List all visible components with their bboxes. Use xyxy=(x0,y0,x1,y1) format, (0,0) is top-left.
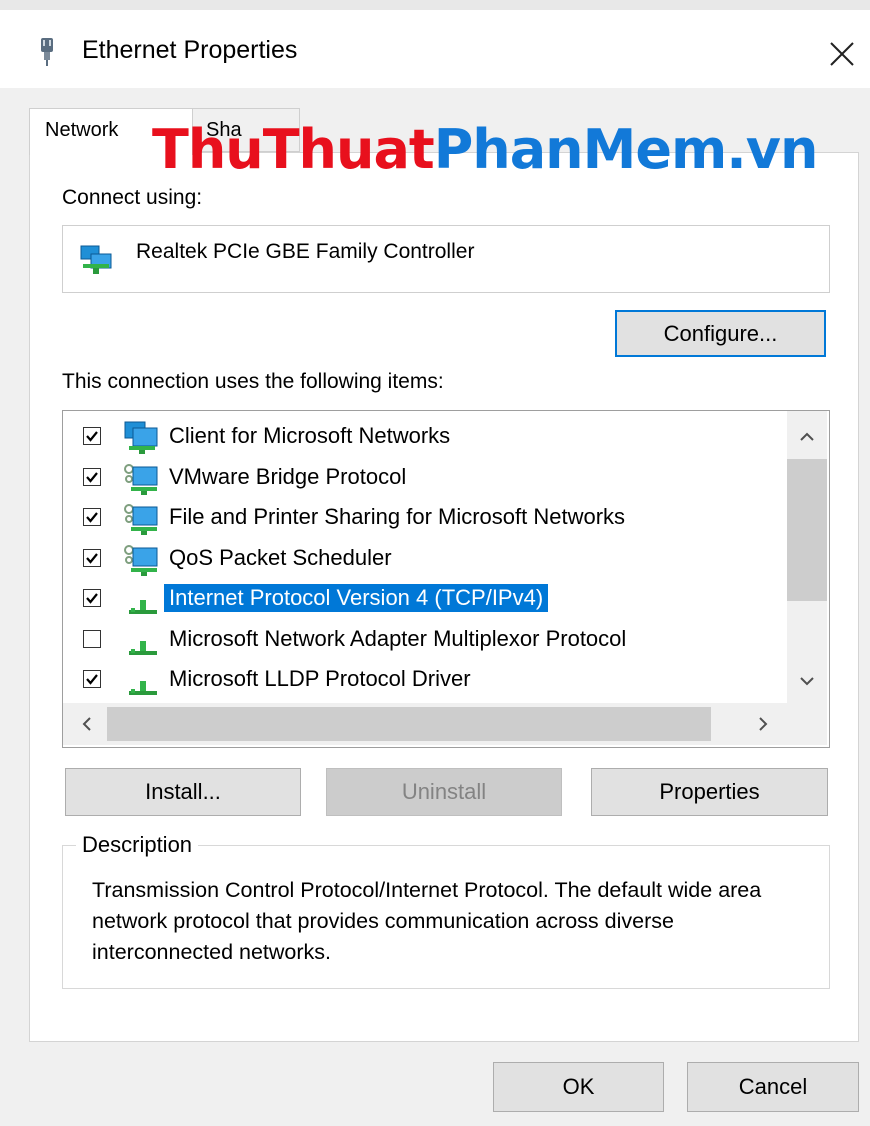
watermark-part2: PhanMem.vn xyxy=(433,118,819,181)
items-label: This connection uses the following items… xyxy=(62,370,444,393)
list-item[interactable]: Internet Protocol Version 4 (TCP/IPv4) xyxy=(63,579,787,619)
network-adapter-icon xyxy=(80,245,112,274)
list-item-label: Internet Protocol Version 4 (TCP/IPv4) xyxy=(164,584,549,612)
list-item[interactable]: Microsoft LLDP Protocol Driver xyxy=(63,660,787,700)
network-service-icon xyxy=(124,463,158,495)
list-item[interactable]: File and Printer Sharing for Microsoft N… xyxy=(63,498,787,538)
adapter-field: Realtek PCIe GBE Family Controller xyxy=(62,225,830,293)
connect-using-label: Connect using: xyxy=(62,186,203,209)
components-list[interactable]: Client for Microsoft Networks VMware Brid… xyxy=(62,410,830,748)
checkbox-unchecked[interactable] xyxy=(83,629,101,648)
scroll-up-icon[interactable] xyxy=(787,417,827,457)
network-service-icon xyxy=(124,504,158,535)
checkbox-checked[interactable] xyxy=(83,548,101,567)
list-item-label: Microsoft Network Adapter Multiplexor Pr… xyxy=(169,625,627,651)
cancel-button[interactable]: Cancel xyxy=(687,1062,859,1112)
close-icon xyxy=(830,42,854,66)
window-title: Ethernet Properties xyxy=(82,36,298,64)
checkbox-checked[interactable] xyxy=(83,589,101,607)
list-item[interactable]: QoS Packet Scheduler xyxy=(63,539,787,579)
scrollbar-corner xyxy=(787,703,827,745)
title-bar: Ethernet Properties xyxy=(0,10,870,88)
scroll-left-icon[interactable] xyxy=(67,704,107,744)
checkbox-checked[interactable] xyxy=(83,670,101,688)
list-item-label: Client for Microsoft Networks xyxy=(169,423,451,448)
scroll-down-icon[interactable] xyxy=(787,661,827,701)
protocol-icon xyxy=(129,600,157,614)
properties-button[interactable]: Properties xyxy=(591,768,828,816)
scroll-right-icon[interactable] xyxy=(743,704,783,744)
checkbox-checked[interactable] xyxy=(83,467,101,486)
list-item-label: Microsoft LLDP Protocol Driver xyxy=(169,666,471,691)
list-item-label: VMware Bridge Protocol xyxy=(169,463,407,489)
checkbox-checked[interactable] xyxy=(83,427,101,445)
network-service-icon xyxy=(124,544,158,576)
horizontal-scroll-thumb[interactable] xyxy=(107,707,711,741)
description-text: Transmission Control Protocol/Internet P… xyxy=(92,878,762,964)
list-item-label: File and Printer Sharing for Microsoft N… xyxy=(169,504,626,529)
watermark: ThuThuatPhanMem.vn xyxy=(152,118,819,181)
protocol-icon xyxy=(129,681,157,695)
vertical-scroll-thumb[interactable] xyxy=(787,459,827,601)
description-legend: Description xyxy=(76,832,199,858)
tab-networking-label: Network xyxy=(45,119,119,141)
watermark-part1: ThuThuat xyxy=(152,118,435,181)
ok-button[interactable]: OK xyxy=(493,1062,664,1112)
list-item[interactable]: VMware Bridge Protocol xyxy=(63,458,787,498)
adapter-name: Realtek PCIe GBE Family Controller xyxy=(136,240,475,263)
list-item[interactable]: Microsoft Network Adapter Multiplexor Pr… xyxy=(63,620,787,660)
protocol-icon xyxy=(129,640,157,655)
uninstall-button[interactable]: Uninstall xyxy=(326,768,562,816)
ethernet-plug-icon xyxy=(41,38,53,66)
close-button[interactable] xyxy=(816,28,868,80)
install-button[interactable]: Install... xyxy=(65,768,301,816)
network-client-icon xyxy=(124,421,158,454)
list-item-label: QoS Packet Scheduler xyxy=(169,544,392,570)
list-item[interactable]: Client for Microsoft Networks xyxy=(63,417,787,457)
checkbox-checked[interactable] xyxy=(83,508,101,526)
configure-button[interactable]: Configure... xyxy=(615,310,826,357)
